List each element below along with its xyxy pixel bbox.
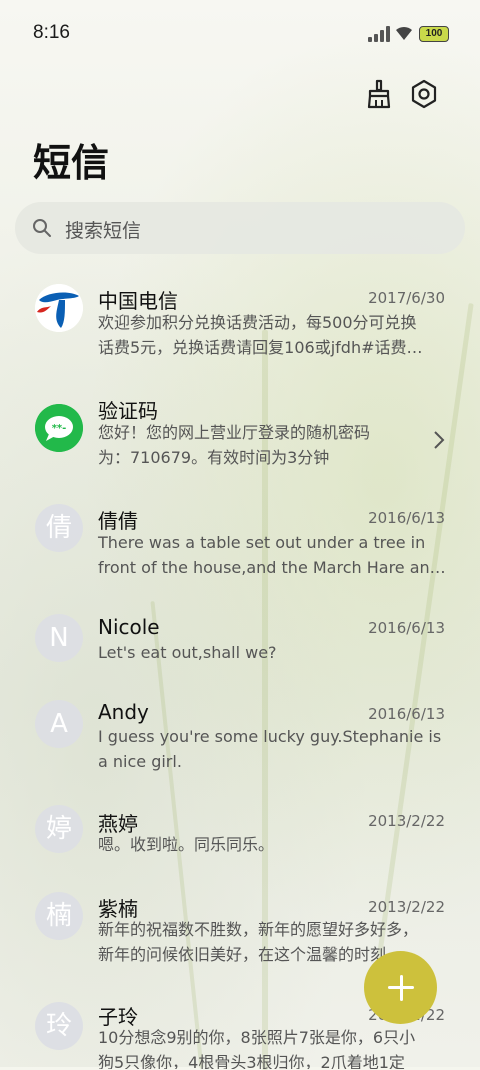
- conversation-preview: Let's eat out,shall we?: [98, 643, 277, 662]
- conversation-name: Nicole: [98, 615, 160, 639]
- conversation-date: 2013/2/22: [368, 812, 445, 830]
- search-placeholder: 搜索短信: [65, 220, 142, 242]
- avatar: A: [35, 700, 83, 748]
- conversation-date: 2016/6/13: [368, 619, 445, 637]
- chevron-right-icon: [434, 431, 445, 449]
- avatar: 倩: [35, 504, 83, 552]
- conversation-preview: 您好！您的网上营业厅登录的随机密码 为：710679。有效时间为3分钟: [98, 423, 371, 467]
- avatar: N: [35, 614, 83, 662]
- message-bubble-icon: **-: [35, 404, 83, 452]
- new-message-button[interactable]: [364, 951, 437, 1024]
- avatar: 婷: [35, 805, 83, 853]
- settings-icon[interactable]: [408, 78, 440, 110]
- conversation-preview: 欢迎参加积分兑换话费活动，每500分可兑换 话费5元，兑换话费请回复106或jf…: [98, 313, 423, 357]
- conversation-preview: 10分想念9别的你，8张照片7张是你，6只小 狗5只像你，4根骨头3根归你，2爪…: [98, 1028, 416, 1069]
- conversation-preview: There was a table set out under a tree i…: [98, 533, 446, 577]
- china-telecom-logo: [35, 284, 83, 332]
- avatar: 玲: [35, 1002, 83, 1050]
- conversation-date: 2016/6/13: [368, 705, 445, 723]
- signal-icon: [368, 26, 390, 42]
- conversation-date: 2016/6/13: [368, 509, 445, 527]
- conversation-date: 2017/6/30: [368, 289, 445, 307]
- conversation-date: 2013/2/22: [368, 898, 445, 916]
- conversation-preview: I guess you're some lucky guy.Stephanie …: [98, 727, 442, 771]
- wifi-icon: [396, 26, 412, 40]
- broom-icon[interactable]: [362, 78, 394, 110]
- page-title: 短信: [33, 141, 110, 185]
- status-bar: 8:16 100: [0, 0, 480, 68]
- conversation-name: Andy: [98, 700, 149, 724]
- conversation-preview: 嗯。收到啦。同乐同乐。: [98, 835, 275, 854]
- search-icon: [33, 219, 51, 237]
- status-time: 8:16: [33, 22, 70, 43]
- svg-text:**-: **-: [52, 423, 67, 434]
- avatar: 楠: [35, 892, 83, 940]
- search-bar[interactable]: 搜索短信: [15, 202, 465, 254]
- battery-icon: 100: [419, 26, 449, 42]
